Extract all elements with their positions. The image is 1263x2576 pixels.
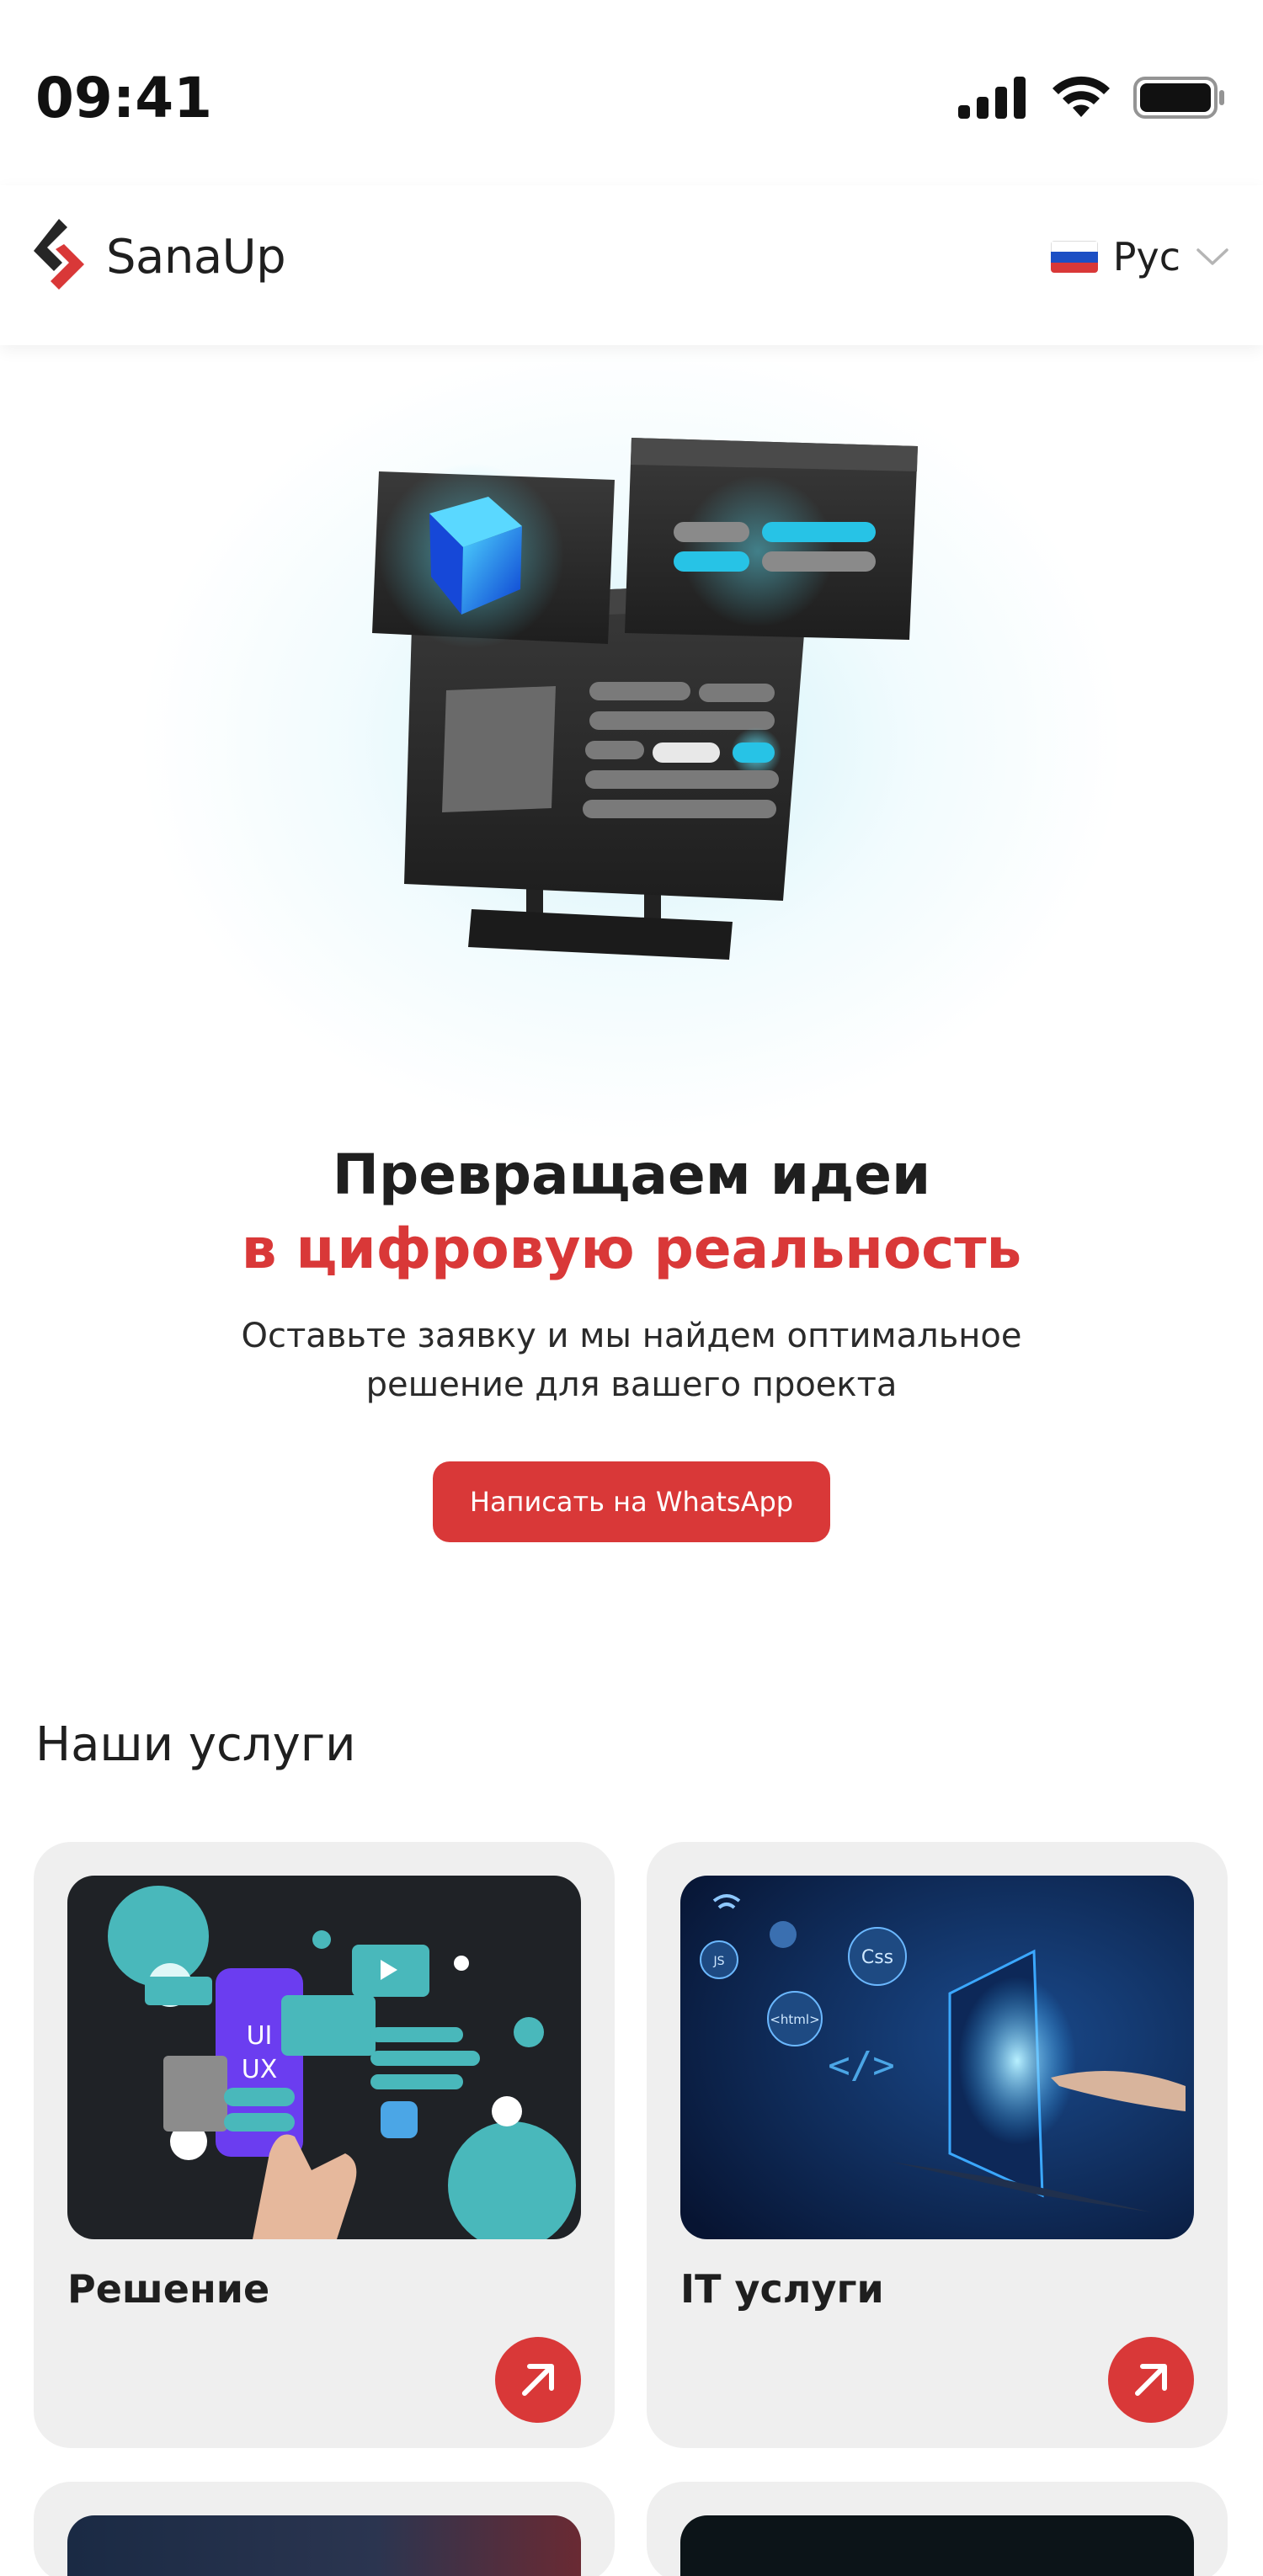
arrow-up-right-icon[interactable] bbox=[1108, 2337, 1194, 2423]
computer-interface-illustration bbox=[372, 438, 918, 960]
service-card-title: IT услуги bbox=[680, 2266, 884, 2312]
service-card-image-partial bbox=[67, 2515, 581, 2576]
arrow-up-right-icon[interactable] bbox=[495, 2337, 581, 2423]
service-card-image-partial bbox=[680, 2515, 1194, 2576]
battery-icon bbox=[1133, 77, 1224, 119]
chevron-down-icon bbox=[1196, 248, 1228, 265]
svg-text:Css: Css bbox=[861, 1947, 893, 1968]
service-card-it-services[interactable]: Css JS <html> </> IT услуги bbox=[647, 1842, 1228, 2448]
it-services-illustration: Css JS <html> </> bbox=[680, 1876, 1194, 2239]
service-card-partial[interactable] bbox=[34, 2482, 615, 2576]
hero-subtitle: Оставьте заявку и мы найдем оптимальное … bbox=[168, 1312, 1095, 1409]
service-card-solution[interactable]: UI UX Решение bbox=[34, 1842, 615, 2448]
sanaup-logo-icon bbox=[34, 219, 84, 290]
service-card-title: Решение bbox=[67, 2266, 270, 2312]
header: SanaUp Рус bbox=[0, 185, 1263, 345]
logo-text: SanaUp bbox=[106, 229, 286, 285]
page: 09:41 SanaUp Рус Превращаем идеи в цифро… bbox=[0, 0, 1263, 2576]
status-bar: 09:41 bbox=[0, 0, 1263, 185]
hero-title-line1: Превращаем идеи bbox=[332, 1142, 931, 1207]
svg-text:</>: </> bbox=[828, 2044, 894, 2087]
hero-subtitle-line1: Оставьте заявку и мы найдем оптимальное bbox=[241, 1317, 1022, 1355]
services-title: Наши услуги bbox=[35, 1717, 356, 1772]
russia-flag-icon bbox=[1050, 241, 1098, 273]
svg-text:UI: UI bbox=[247, 2021, 273, 2051]
service-card-partial[interactable] bbox=[647, 2482, 1228, 2576]
hero-subtitle-line2: решение для вашего проекта bbox=[365, 1365, 898, 1404]
hero-title: Превращаем идеи в цифровую реальность bbox=[0, 1138, 1263, 1286]
uiux-illustration: UI UX bbox=[67, 1876, 581, 2239]
language-selector[interactable]: Рус bbox=[1050, 234, 1229, 279]
status-time: 09:41 bbox=[35, 66, 213, 130]
status-icons bbox=[958, 72, 1226, 123]
whatsapp-cta-button[interactable]: Написать на WhatsApp bbox=[433, 1461, 830, 1542]
hero-title-line2: в цифровую реальность bbox=[241, 1216, 1022, 1281]
svg-text:UX: UX bbox=[242, 2055, 278, 2084]
svg-text:JS: JS bbox=[712, 1955, 724, 1968]
language-label: Рус bbox=[1112, 234, 1180, 279]
svg-text:<html>: <html> bbox=[770, 2012, 819, 2027]
cellular-signal-icon bbox=[958, 77, 1026, 119]
logo[interactable]: SanaUp bbox=[34, 219, 286, 295]
wifi-icon bbox=[1052, 76, 1110, 117]
